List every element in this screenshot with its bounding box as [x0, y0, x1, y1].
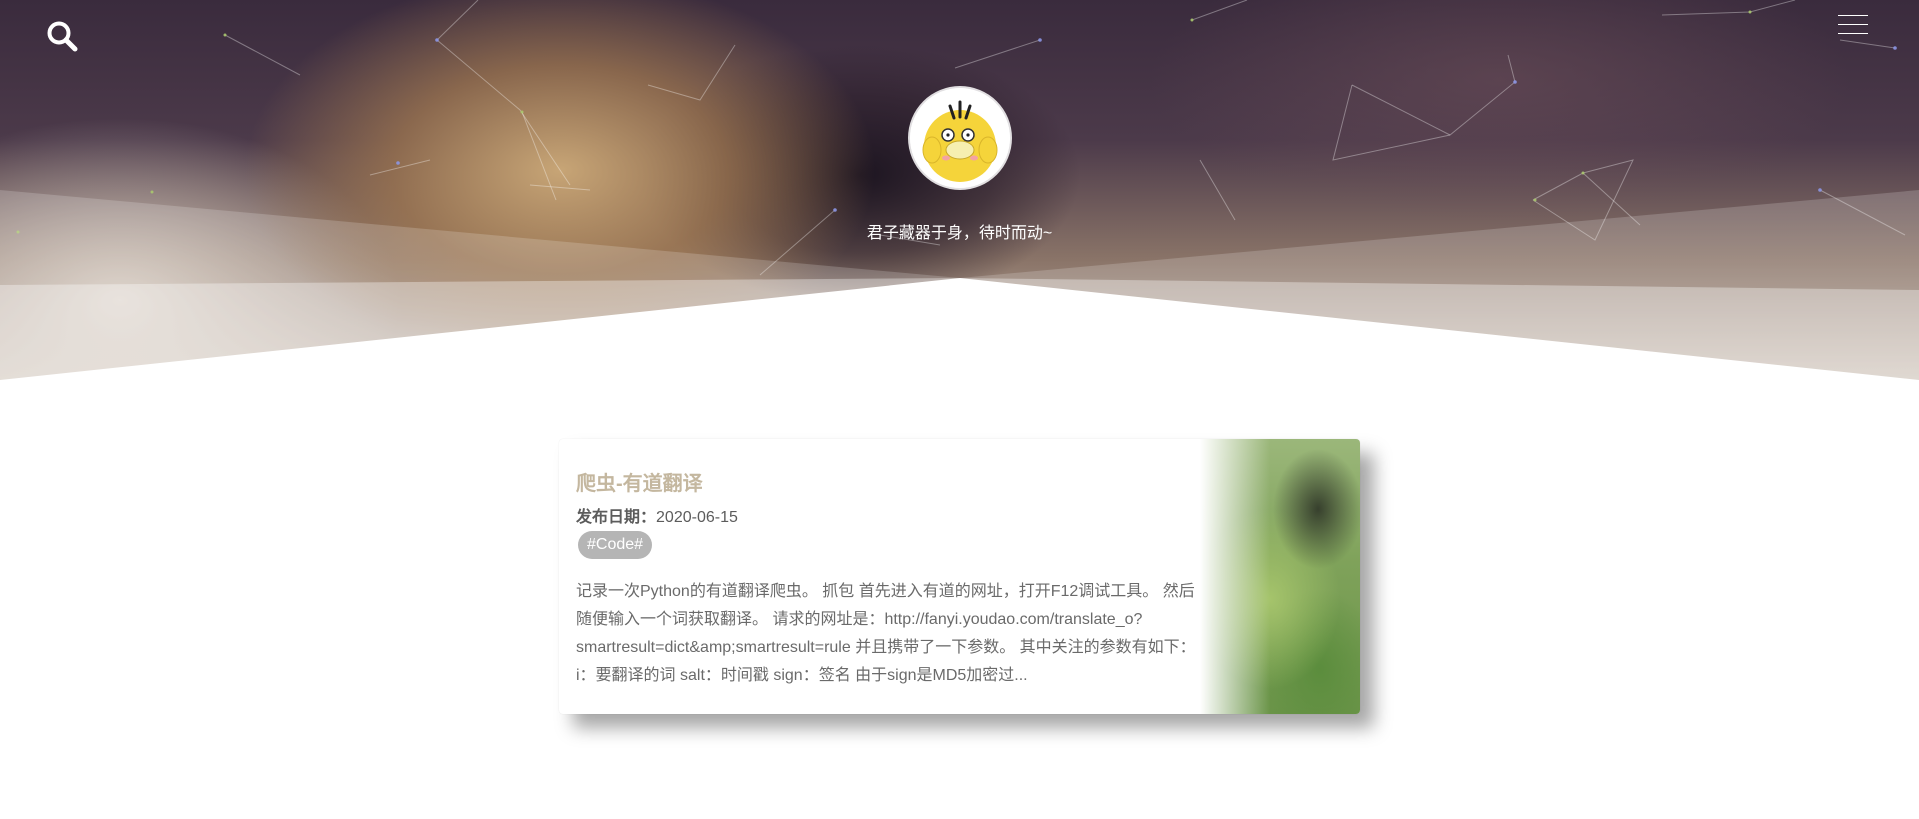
site-motto: 君子藏器于身，待时而动~	[866, 225, 1053, 242]
hamburger-menu-icon-line-3	[1838, 33, 1868, 34]
avatar[interactable]	[910, 88, 1010, 188]
psyduck-avatar-icon	[910, 88, 1010, 188]
post-summary: 记录一次Python的有道翻译爬虫。 抓包 首先进入有道的网址，打开F12调试工…	[576, 583, 1196, 684]
menu-button[interactable]	[1838, 15, 1870, 41]
post-tag[interactable]: #Code#	[578, 531, 653, 559]
hero-banner	[0, 0, 1919, 400]
post-title[interactable]: 爬虫-有道翻译	[576, 467, 703, 496]
post-date-label: 发布日期：	[576, 509, 657, 526]
hamburger-menu-icon-line-1	[1838, 15, 1868, 16]
thumbnail-fade	[1200, 439, 1270, 714]
hero-wave-divider	[0, 190, 1919, 400]
post-date: 发布日期：2020-06-15	[576, 503, 738, 527]
post-date-value: 2020-06-15	[656, 509, 738, 526]
search-icon	[47, 21, 78, 52]
post-card[interactable]: 爬虫-有道翻译 发布日期：2020-06-15 #Code# 记录一次Pytho…	[559, 439, 1360, 714]
search-button[interactable]	[46, 20, 78, 52]
hamburger-menu-icon-line-2	[1838, 24, 1868, 25]
